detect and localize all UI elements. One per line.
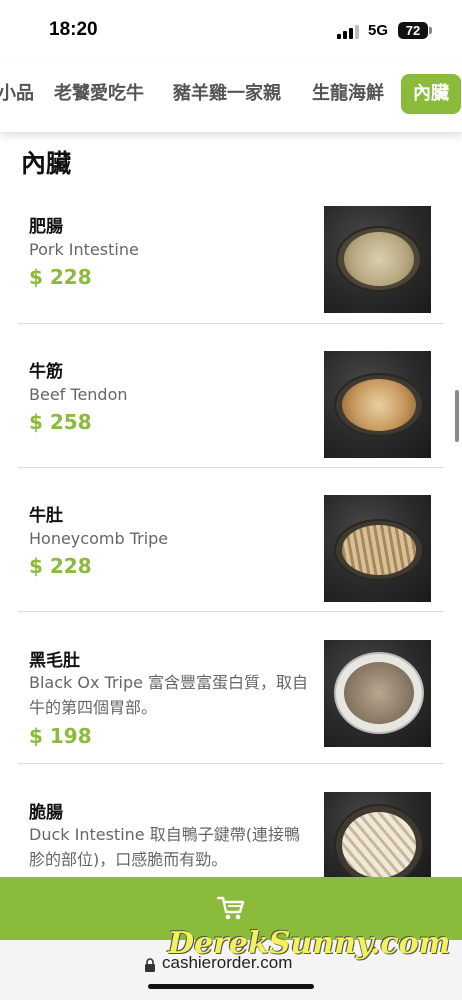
item-price: $ 228 [29, 554, 92, 578]
item-description: Honeycomb Tripe [29, 529, 169, 548]
cart-icon[interactable] [216, 893, 246, 923]
category-tabs: 小品 老饕愛吃牛 豬羊雞一家親 生龍海鮮 內臟 [0, 62, 462, 132]
item-description: Duck Intestine 取自鴨子鍵帶(連接鴨胗的部位)，口感脆而有勁。 [29, 825, 300, 869]
item-description: Pork Intestine [29, 240, 139, 259]
divider [18, 611, 443, 612]
item-price: $ 228 [29, 265, 92, 289]
tab-seafood[interactable]: 生龍海鮮 [312, 74, 384, 114]
section-title: 內臟 [21, 149, 72, 178]
tab-beef[interactable]: 老饕愛吃牛 [54, 74, 144, 114]
signal-icon [337, 25, 361, 39]
item-name: 黑毛肚 [29, 651, 80, 671]
menu-item-pork-intestine[interactable]: 肥腸 Pork Intestine $ 228 [18, 206, 443, 313]
divider [18, 467, 443, 468]
menu-item-duck-intestine[interactable]: 脆腸 Duck Intestine 取自鴨子鍵帶(連接鴨胗的部位)，口感脆而有勁… [18, 792, 443, 882]
item-photo [324, 351, 431, 458]
item-name: 牛筋 [29, 362, 63, 382]
scroll-indicator[interactable] [455, 390, 459, 442]
tab-snacks[interactable]: 小品 [0, 74, 34, 114]
item-photo [324, 495, 431, 602]
item-photo [324, 792, 431, 877]
item-price: $ 198 [29, 724, 92, 748]
home-indicator[interactable] [148, 984, 314, 989]
network-type: 5G [368, 22, 389, 39]
battery-tip [429, 27, 432, 34]
tab-pork-lamb-chicken[interactable]: 豬羊雞一家親 [173, 74, 281, 114]
item-price: $ 258 [29, 410, 92, 434]
lock-icon [145, 958, 155, 972]
status-bar: 18:20 5G 72 [0, 0, 462, 58]
watermark: DerekSunny.com [168, 926, 451, 961]
battery-icon: 72 [398, 22, 428, 39]
menu-item-black-ox-tripe[interactable]: 黑毛肚 Black Ox Tripe 富含豐富蛋白質，取自牛的第四個胃部。 $ … [18, 640, 443, 750]
item-name: 牛肚 [29, 506, 63, 526]
item-photo [324, 640, 431, 747]
item-name: 肥腸 [29, 217, 63, 237]
menu-item-beef-tendon[interactable]: 牛筋 Beef Tendon $ 258 [18, 351, 443, 458]
tab-offal[interactable]: 內臟 [401, 74, 461, 114]
item-name: 脆腸 [29, 803, 63, 823]
menu-item-honeycomb-tripe[interactable]: 牛肚 Honeycomb Tripe $ 228 [18, 495, 443, 602]
divider [18, 323, 443, 324]
status-time: 18:20 [49, 19, 98, 40]
item-description: Black Ox Tripe 富含豐富蛋白質，取自牛的第四個胃部。 [29, 673, 309, 717]
item-photo [324, 206, 431, 313]
item-description: Beef Tendon [29, 385, 128, 404]
divider [18, 763, 443, 764]
